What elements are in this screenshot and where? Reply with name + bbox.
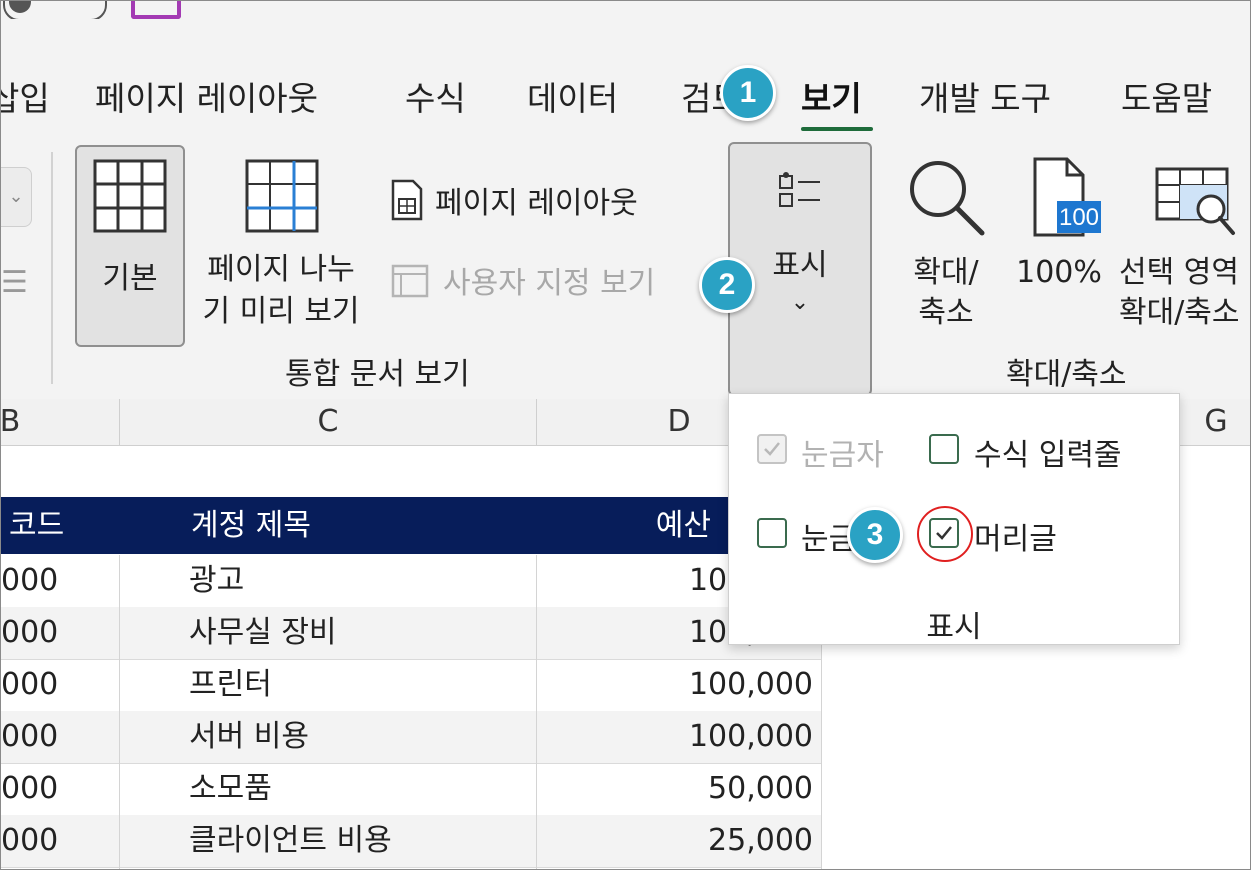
cell-code[interactable]: 000 [1, 659, 58, 711]
column-header-g[interactable]: G [1181, 399, 1250, 445]
table-row[interactable]: 000 클라이언트 비용 25,000 [1, 815, 821, 868]
custom-views-icon [391, 264, 429, 298]
custom-views-button[interactable]: 사용자 지정 보기 [389, 255, 655, 305]
step-badge-1: 1 [720, 65, 776, 121]
cell-code[interactable]: 000 [1, 711, 58, 763]
tab-help[interactable]: 도움말 [1121, 79, 1212, 119]
page-break-preview-label: 페이지 나누 기 미리 보기 [202, 252, 360, 329]
header-code[interactable]: 코드 [9, 497, 64, 554]
header-account-title[interactable]: 계정 제목 [191, 497, 311, 554]
custom-views-label: 사용자 지정 보기 [443, 266, 656, 301]
magnifier-icon [910, 161, 985, 236]
title-bar [1, 1, 1250, 19]
tab-insert[interactable]: 삽입 [1, 79, 50, 119]
chevron-down-icon[interactable]: ⌄ [1, 167, 32, 227]
autosave-toggle[interactable] [3, 1, 107, 19]
cell-budget[interactable]: 100,000 [689, 711, 813, 763]
column-header-c[interactable]: C [120, 399, 536, 445]
tab-developer[interactable]: 개발 도구 [919, 79, 1051, 119]
zoom-100-label: 100% [1016, 255, 1102, 290]
step-badge-2: 2 [699, 257, 755, 313]
zoom-button[interactable]: 확대/ 축소 [893, 155, 999, 333]
tab-formulas[interactable]: 수식 [405, 79, 466, 119]
page-layout-icon [391, 179, 423, 221]
workbook-views-group-label: 통합 문서 보기 [285, 357, 470, 392]
formula-bar-label: 수식 입력줄 [974, 438, 1122, 473]
zoom-100-icon: 100 [1033, 157, 1101, 237]
cell-code[interactable]: 000 [1, 555, 58, 607]
show-group-label: 표시 [926, 610, 982, 645]
page-layout-view-button[interactable]: 페이지 레이아웃 [389, 175, 638, 225]
cell-code[interactable]: 000 [1, 607, 58, 659]
cell-title[interactable]: 서버 비용 [189, 711, 309, 763]
grid-icon [93, 159, 167, 233]
ruler-label: 눈금자 [801, 438, 884, 473]
excel-window: 삽입 페이지 레이아웃 수식 데이터 검토 보기 개발 도구 도움말 ⌄ ☰ 기… [0, 0, 1251, 870]
page-break-icon [245, 159, 319, 233]
tab-page-layout[interactable]: 페이지 레이아웃 [95, 79, 318, 119]
cell-budget[interactable]: 25,000 [708, 815, 813, 867]
cell-code[interactable]: 000 [1, 763, 58, 815]
checkmark-icon [764, 442, 780, 456]
table-header-row: 코드 계정 제목 예산 [1, 497, 821, 554]
table-row[interactable]: 000 광고 100,000 [1, 555, 821, 608]
page-break-preview-button[interactable]: 페이지 나누 기 미리 보기 [191, 145, 371, 343]
ruler-checkbox[interactable] [757, 434, 787, 464]
zoom-to-selection-label: 선택 영역 확대/축소 [1119, 255, 1240, 330]
cell-title[interactable]: 프린터 [189, 659, 272, 711]
step-badge-3: 3 [847, 507, 903, 563]
active-tab-indicator [801, 127, 873, 131]
cell-title[interactable]: 광고 [189, 555, 244, 607]
table-row[interactable]: 000 소모품 50,000 [1, 763, 821, 816]
normal-view-button[interactable]: 기본 [75, 145, 185, 347]
zoom-to-selection-button[interactable]: 선택 영역 확대/축소 [1119, 155, 1250, 333]
cell-budget[interactable]: 50,000 [708, 763, 813, 815]
header-budget[interactable]: 예산 [656, 497, 711, 554]
column-header-b[interactable]: B [1, 399, 25, 445]
column-gridline [536, 555, 537, 869]
tab-view[interactable]: 보기 [801, 79, 862, 119]
column-gridline [119, 555, 120, 869]
table-row[interactable]: 000 사무실 장비 100,000 [1, 607, 821, 660]
list-icon: ☰ [1, 265, 28, 300]
cell-title[interactable]: 소모품 [189, 763, 272, 815]
cell-budget[interactable]: 100,000 [689, 659, 813, 711]
ribbon-separator [51, 152, 53, 384]
formula-bar-checkbox[interactable] [929, 434, 959, 464]
zoom-group-label: 확대/축소 [1006, 357, 1127, 392]
ribbon-view: ⌄ ☰ 기본 페이지 나누 기 미리 보기 페이지 레이아웃 사용자 지정 보기… [1, 137, 1250, 400]
tab-data[interactable]: 데이터 [527, 79, 618, 119]
table-row[interactable]: 000 서버 비용 100,000 [1, 711, 821, 764]
gridlines-checkbox[interactable] [757, 518, 787, 548]
toggle-knob [9, 1, 31, 13]
zoom-label: 확대/ 축소 [913, 255, 979, 330]
zoom-100-icon-text: 100 [1059, 204, 1099, 231]
page-layout-label: 페이지 레이아웃 [435, 186, 638, 221]
cell-title[interactable]: 클라이언트 비용 [189, 815, 392, 867]
cell-code[interactable]: 000 [1, 815, 58, 867]
headings-label: 머리글 [974, 522, 1057, 557]
ribbon-tabs: 삽입 페이지 레이아웃 수식 데이터 검토 보기 개발 도구 도움말 [1, 19, 1250, 137]
show-dropdown-panel: 눈금자 수식 입력줄 눈금선 머리글 표시 [728, 393, 1180, 645]
normal-view-label: 기본 [102, 261, 158, 296]
zoom-100-button[interactable]: 100 100% [1011, 155, 1107, 293]
cell-title[interactable]: 사무실 장비 [189, 607, 337, 659]
table-row[interactable]: 000 프린터 100,000 [1, 659, 821, 712]
zoom-selection-icon [1155, 167, 1235, 235]
highlight-circle [917, 506, 973, 562]
show-icon [779, 172, 820, 207]
excel-app-icon [131, 1, 181, 19]
